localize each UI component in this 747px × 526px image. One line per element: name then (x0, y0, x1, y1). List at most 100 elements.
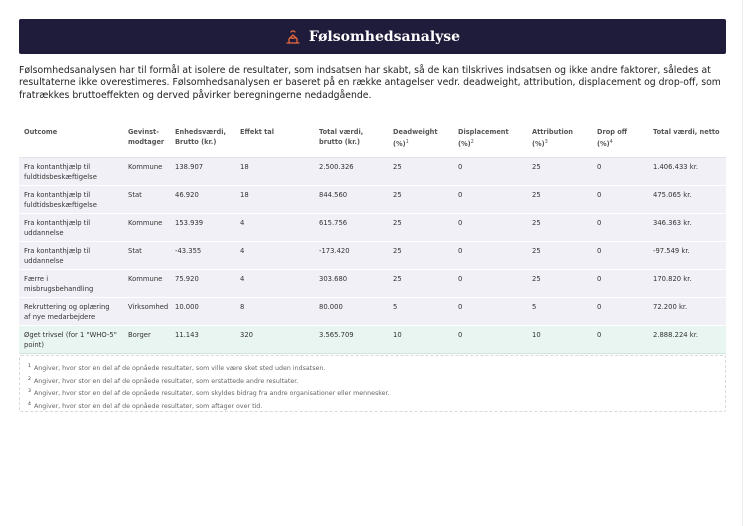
table-cell: 153.939 (175, 219, 204, 228)
table-cell: 0 (597, 191, 602, 200)
footnote-ref: 1 (405, 139, 409, 145)
table-cell: Kommune (128, 163, 163, 172)
table-cell: 80.000 (319, 303, 343, 312)
table-cell: Kommune (128, 219, 163, 228)
column-header: Outcome (19, 118, 123, 158)
column-header: Total værdi, brutto (kr.) (314, 118, 388, 158)
column-header-label: Total værdi, brutto (kr.) (319, 128, 364, 146)
table-row: Færre i misbrugsbehandling Kommune 75.920 4… (19, 269, 726, 298)
table-cell: 0 (458, 191, 463, 200)
column-header: Displacement (%)2 (453, 118, 527, 158)
table-cell: -43.355 (175, 247, 202, 256)
footnote-number: 1 (28, 364, 31, 369)
table-cell: Øget trivsel (for 1 "WHO-5" point) (24, 331, 117, 350)
table-cell: 4 (240, 247, 245, 256)
table-cell: 75.920 (175, 275, 199, 284)
table-cell: 346.363 kr. (653, 219, 692, 228)
table-cell: 0 (597, 275, 602, 284)
table-cell: 5 (532, 303, 537, 312)
table-cell: 170.820 kr. (653, 275, 692, 284)
column-header: Deadweight (%)1 (388, 118, 453, 158)
table-cell: 0 (597, 163, 602, 172)
scale-icon (285, 29, 301, 45)
column-header-label: Enhedsværdi, Brutto (kr.) (175, 128, 226, 146)
table-cell: 475.065 kr. (653, 191, 692, 200)
table-cell: Virksomhed (128, 303, 169, 312)
footnote-ref: 3 (544, 139, 548, 145)
table-cell: 0 (458, 247, 463, 256)
table-cell: 4 (240, 275, 245, 284)
footnote-ref: 2 (470, 139, 474, 145)
column-header-label: Gevinst-modtager (128, 128, 165, 146)
sensitivity-table: Outcome Gevinst-modtager Enhedsværdi, Brut… (19, 118, 726, 354)
table-cell: 5 (393, 303, 398, 312)
column-header: Enhedsværdi, Brutto (kr.) (170, 118, 235, 158)
table-cell: -97.549 kr. (653, 247, 690, 256)
column-header: Attribution (%)3 (527, 118, 592, 158)
table-cell: Borger (128, 331, 151, 340)
table-cell: 0 (597, 219, 602, 228)
table-cell: 25 (532, 163, 541, 172)
column-header-label: Deadweight (%) (393, 128, 438, 149)
table-cell: Fra kontanthjælp til uddannelse (24, 219, 91, 238)
footnote-ref: 4 (609, 139, 613, 145)
table-cell: 25 (393, 247, 402, 256)
table-cell: 0 (597, 331, 602, 340)
table-cell: 1.406.433 kr. (653, 163, 699, 172)
table-cell: 25 (393, 191, 402, 200)
table-row: Fra kontanthjælp til fuldtidsbeskæftigel… (19, 157, 726, 186)
table-cell: 0 (458, 331, 463, 340)
footnotes-list: 1 Angiver, hvor stor en del af de opnåede… (28, 362, 725, 412)
footnote-number: 2 (28, 376, 31, 382)
column-header: Total værdi, netto (648, 118, 726, 158)
table-cell: Stat (128, 191, 142, 200)
table-row: Fra kontanthjælp til uddannelse Stat -43.3… (19, 241, 726, 270)
table-cell: 11.143 (175, 331, 199, 340)
sensitivity-table-wrapper: Outcome Gevinst-modtager Enhedsværdi, Brut… (19, 118, 726, 354)
table-cell: 25 (393, 163, 402, 172)
table-cell: 25 (393, 275, 402, 284)
table-cell: Fra kontanthjælp til fuldtidsbeskæftigel… (24, 163, 97, 182)
table-row: Rekruttering og oplæring af nye medarbej… (19, 297, 726, 326)
column-header-label: Attribution (%) (532, 128, 573, 149)
table-cell: 0 (458, 275, 463, 284)
column-header: Gevinst-modtager (123, 118, 170, 158)
table-cell: 25 (532, 275, 541, 284)
page-header: Følsomhedsanalyse (19, 19, 726, 54)
intro-text: Følsomhedsanalysen har til formål at iso… (19, 65, 721, 101)
footnote-item: 4 Angiver, hvor stor en del af de opnåede… (28, 400, 725, 413)
table-cell: 10 (393, 331, 402, 340)
table-cell: 10.000 (175, 303, 199, 312)
table-cell: 0 (458, 163, 463, 172)
table-row: Fra kontanthjælp til uddannelse Kommune 15… (19, 213, 726, 242)
table-cell: 10 (532, 331, 541, 340)
column-header-label: Outcome (24, 128, 58, 136)
table-cell: 0 (458, 303, 463, 312)
table-cell: Færre i misbrugsbehandling (24, 275, 94, 294)
table-cell: Rekruttering og oplæring af nye medarbej… (24, 303, 110, 322)
footnote-text: Angiver, hvor stor en del af de opnåede … (33, 377, 299, 385)
column-header: Effekt tal (235, 118, 314, 158)
table-header-row: Outcome Gevinst-modtager Enhedsværdi, Brut… (19, 118, 726, 158)
table-cell: Fra kontanthjælp til uddannelse (24, 247, 91, 266)
column-header-label: Total værdi, netto (653, 128, 720, 136)
table-cell: 303.680 (319, 275, 348, 284)
column-header-label: Displacement (%) (458, 128, 509, 149)
table-cell: Fra kontanthjælp til fuldtidsbeskæftigel… (24, 191, 97, 210)
table-cell: 18 (240, 163, 249, 172)
footnote-item: 2 Angiver, hvor stor en del af de opnåede… (28, 375, 725, 388)
table-cell: 0 (597, 303, 602, 312)
table-row: Fra kontanthjælp til fuldtidsbeskæftigel… (19, 185, 726, 214)
table-cell: 25 (393, 219, 402, 228)
table-cell: 25 (532, 191, 541, 200)
footnote-item: 1 Angiver, hvor stor en del af de opnåede… (28, 362, 725, 375)
footnote-text: Angiver, hvor stor en del af de opnåede … (33, 365, 326, 373)
footnotes-box: 1 Angiver, hvor stor en del af de opnåede… (19, 355, 726, 412)
table-cell: Kommune (128, 275, 163, 284)
table-cell: -173.420 (319, 247, 350, 256)
table-cell: 4 (240, 219, 245, 228)
table-cell: 72.200 kr. (653, 303, 688, 312)
footnote-item: 3 Angiver, hvor stor en del af de opnåede… (28, 387, 725, 400)
footnote-text: Angiver, hvor stor en del af de opnåede … (33, 390, 390, 398)
table-cell: 138.907 (175, 163, 204, 172)
